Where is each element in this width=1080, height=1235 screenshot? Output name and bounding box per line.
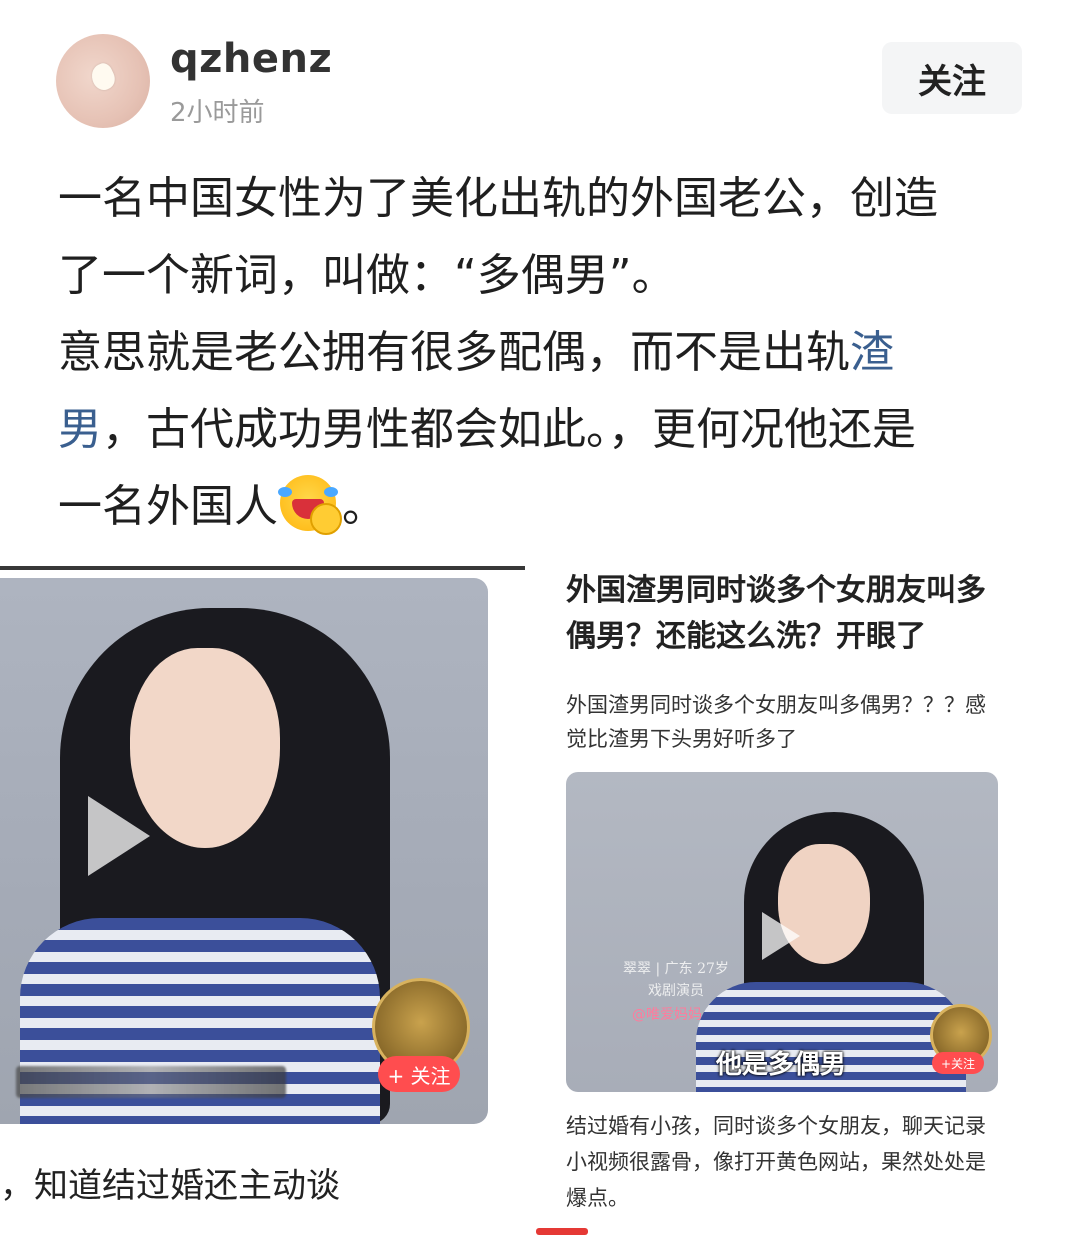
laughing-crying-emoji-icon <box>278 475 342 535</box>
video-subtitle: 他是多偶男 <box>716 1050 847 1080</box>
play-icon[interactable] <box>88 796 150 876</box>
post-time: 2小时前 <box>170 98 265 128</box>
post-text-segment: 。 <box>342 481 386 532</box>
video-tag: @唯爱妈妈 <box>632 1007 702 1023</box>
post-text-segment: ，古代成功男性都会如此。，更何况他还是 <box>102 404 916 455</box>
avatar[interactable] <box>56 34 150 128</box>
post-header: qzhenz 2小时前 关注 <box>0 0 1080 140</box>
follow-chip[interactable]: +关注 <box>932 1052 984 1074</box>
article-title[interactable]: 外国渣男同时谈多个女朋友叫多偶男？还能这么洗？开眼了 <box>566 568 1006 660</box>
left-video-thumbnail[interactable]: + 关注 <box>0 578 488 1124</box>
play-icon[interactable] <box>762 912 800 960</box>
avatar-shell-graphic <box>87 60 119 94</box>
topic-link[interactable]: 渣 <box>850 327 894 378</box>
post-line: 了一个新词，叫做：“多偶男”。 <box>58 250 676 301</box>
follow-button[interactable]: 关注 <box>882 42 1022 114</box>
username[interactable]: qzhenz <box>170 36 332 82</box>
post-body: 一名中国女性为了美化出轨的外国老公，创造 了一个新词，叫做：“多偶男”。 意思就… <box>58 160 1028 545</box>
divider <box>0 566 525 570</box>
person-face <box>130 648 280 848</box>
post-text-segment: 一名外国人 <box>58 481 278 532</box>
post-line: 意思就是老公拥有很多配偶，而不是出轨渣 <box>58 314 1028 391</box>
follow-chip[interactable]: + 关注 <box>378 1056 460 1092</box>
post-text-segment: 意思就是老公拥有很多配偶，而不是出轨 <box>58 327 850 378</box>
article-description: 结过婚有小孩，同时谈多个女朋友，聊天记录小视频很露骨，像打开黄色网站，果然处处是… <box>566 1114 986 1210</box>
article-summary: 外国渣男同时谈多个女朋友叫多偶男？？？感觉比渣男下头男好听多了 <box>566 693 986 751</box>
topic-link[interactable]: 男 <box>58 404 102 455</box>
post-line: 一名外国人 。 <box>58 468 1028 545</box>
video-lower-third: 翠翠 | 广东 27岁 戏剧演员 <box>623 961 729 999</box>
post-line: 男，古代成功男性都会如此。，更何况他还是 <box>58 391 1028 468</box>
post-line: 一名中国女性为了美化出轨的外国老公，创造 <box>58 173 938 224</box>
right-video-thumbnail[interactable]: 翠翠 | 广东 27岁 戏剧演员 @唯爱妈妈 他是多偶男 +关注 <box>566 772 998 1092</box>
left-caption: ，知道结过婚还主动谈 <box>0 1166 340 1206</box>
page-indicator <box>536 1228 588 1235</box>
blurred-subtitle <box>16 1066 286 1098</box>
